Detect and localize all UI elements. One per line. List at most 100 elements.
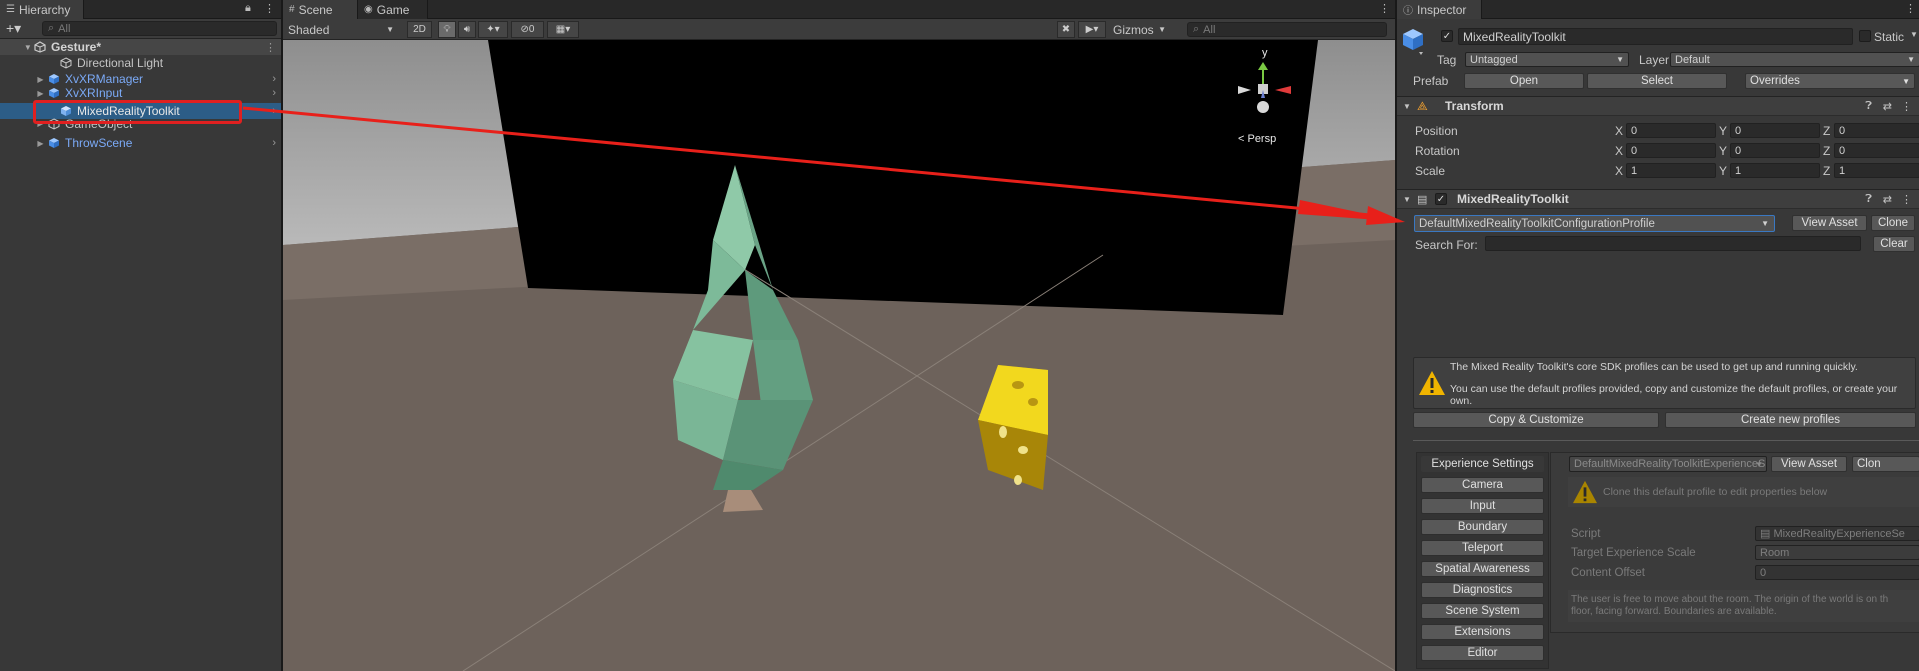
gameobject-icon <box>60 57 72 69</box>
experience-view-asset-button[interactable]: View Asset <box>1771 456 1847 472</box>
nav-label: Scene System <box>1445 605 1520 617</box>
collapse-arrow-icon[interactable]: ▶ <box>0 75 48 84</box>
position-x-field[interactable]: 0 <box>1626 123 1716 138</box>
hierarchy-search-input[interactable]: ⌕ All <box>42 21 277 36</box>
nav-input[interactable]: Input <box>1421 498 1544 514</box>
kebab-menu-icon[interactable]: ⋮ <box>264 2 275 15</box>
clone-hint-box: Clone this default profile to edit prope… <box>1568 477 1919 507</box>
hidden-objects-button[interactable]: ⊘ 0 <box>511 21 544 38</box>
dropdown-arrow-icon: ▼ <box>1761 219 1769 228</box>
static-dropdown-icon[interactable]: ▼ <box>1910 30 1918 39</box>
mrtk-component-header[interactable]: ▼ ▤ ✓ MixedRealityToolkit ❓︎ ⇄ ⋮ <box>1397 189 1919 209</box>
content-offset-field[interactable]: 0 <box>1755 565 1919 580</box>
experience-profile-dropdown[interactable]: DefaultMixedRealityToolkitExperienceS ▼ <box>1569 456 1767 472</box>
effects-dropdown-icon[interactable]: ✦▾ <box>478 21 508 38</box>
scale-description-2: floor, facing forward. Boundaries are av… <box>1571 606 1777 617</box>
component-menu-icon[interactable]: ⋮ <box>1901 100 1912 113</box>
tools-icon[interactable]: ✖ <box>1057 21 1075 38</box>
config-profile-dropdown[interactable]: DefaultMixedRealityToolkitConfigurationP… <box>1414 215 1775 232</box>
static-checkbox[interactable] <box>1859 30 1871 42</box>
nav-label: Camera <box>1462 479 1503 491</box>
shading-mode-dropdown[interactable]: Shaded ▼ <box>283 21 398 38</box>
lighting-toggle-icon[interactable]: 💡︎ <box>438 21 456 38</box>
tag-dropdown[interactable]: Untagged ▼ <box>1465 52 1629 67</box>
hierarchy-item-directional-light[interactable]: Directional Light <box>0 55 281 71</box>
profile-search-input[interactable] <box>1485 236 1861 251</box>
foldout-arrow-icon[interactable]: ▼ <box>1403 102 1417 111</box>
nav-spatial-awareness[interactable]: Spatial Awareness <box>1421 561 1544 577</box>
nav-diagnostics[interactable]: Diagnostics <box>1421 582 1544 598</box>
preset-icon[interactable]: ⇄ <box>1883 100 1892 113</box>
preset-icon[interactable]: ⇄ <box>1883 193 1892 206</box>
position-y-field[interactable]: 0 <box>1730 123 1820 138</box>
prefab-open-button[interactable]: Open <box>1464 73 1584 89</box>
grid-snap-dropdown[interactable]: ▦▾ <box>547 21 579 38</box>
clear-button[interactable]: Clear <box>1873 236 1915 252</box>
experience-clone-button[interactable]: Clon <box>1852 456 1919 472</box>
nav-experience-settings[interactable]: Experience Settings <box>1421 456 1544 472</box>
camera-dropdown-icon[interactable]: ▶▾ <box>1078 21 1106 38</box>
kebab-menu-icon[interactable]: ⋮ <box>1379 2 1390 15</box>
help-icon[interactable]: ❓︎ <box>1865 193 1872 206</box>
nav-camera[interactable]: Camera <box>1421 477 1544 493</box>
object-name-field[interactable]: MixedRealityToolkit <box>1458 28 1853 45</box>
scene-root-row[interactable]: ▼ Gesture* ⋮ <box>0 39 281 55</box>
scene-search-input[interactable]: ⌕ All <box>1187 22 1387 37</box>
rotation-x-field[interactable]: 0 <box>1626 143 1716 158</box>
foldout-arrow-icon[interactable]: ▼ <box>1403 195 1417 204</box>
hidden-count: 0 <box>528 24 535 35</box>
scene-viewport[interactable]: y < Persp <box>283 40 1395 671</box>
collapse-arrow-icon[interactable]: ▶ <box>0 139 48 148</box>
nav-label: Input <box>1469 500 1496 512</box>
hierarchy-item-throwscene[interactable]: ▶ ThrowScene › <box>0 135 281 151</box>
layer-dropdown[interactable]: Default ▼ <box>1670 52 1919 67</box>
nav-teleport[interactable]: Teleport <box>1421 540 1544 556</box>
hierarchy-tab[interactable]: ☰ Hierarchy <box>0 0 84 19</box>
copy-customize-button[interactable]: Copy & Customize <box>1413 412 1659 428</box>
collapse-arrow-icon[interactable]: ▶ <box>0 89 48 98</box>
create-profiles-button[interactable]: Create new profiles <box>1665 412 1916 428</box>
component-enabled-checkbox[interactable]: ✓ <box>1435 193 1447 205</box>
chevron-right-icon[interactable]: › <box>272 73 276 85</box>
axis-z-label: Z <box>1823 164 1831 178</box>
lock-icon[interactable]: 🔒︎ <box>245 2 251 15</box>
component-menu-icon[interactable]: ⋮ <box>1901 193 1912 206</box>
chevron-right-icon[interactable]: › <box>272 137 276 149</box>
help-icon[interactable]: ❓︎ <box>1865 100 1872 113</box>
active-checkbox[interactable]: ✓ <box>1441 30 1453 42</box>
audio-toggle-icon[interactable]: 🔊︎ <box>458 21 476 38</box>
persp-label[interactable]: < Persp <box>1238 133 1276 145</box>
prefab-overrides-dropdown[interactable]: Overrides ▼ <box>1745 73 1915 89</box>
chevron-right-icon[interactable]: › <box>272 87 276 99</box>
scene-menu-icon[interactable]: ⋮ <box>265 41 276 54</box>
tab-scene[interactable]: # Scene <box>283 0 358 19</box>
scene-name: Gesture* <box>51 40 102 54</box>
nav-scene-system[interactable]: Scene System <box>1421 603 1544 619</box>
transform-header[interactable]: ▼ ⟁ Transform ❓︎ ⇄ ⋮ <box>1397 96 1919 116</box>
view-asset-button[interactable]: View Asset <box>1792 215 1867 231</box>
rotation-y-field[interactable]: 0 <box>1730 143 1820 158</box>
clone-button[interactable]: Clone <box>1871 215 1915 231</box>
nav-editor[interactable]: Editor <box>1421 645 1544 661</box>
scale-y-field[interactable]: 1 <box>1730 163 1820 178</box>
tab-game[interactable]: ◉ Game <box>358 0 428 19</box>
kebab-menu-icon[interactable]: ⋮ <box>1905 2 1916 15</box>
toggle-2d-button[interactable]: 2D <box>407 21 432 38</box>
prefab-select-button[interactable]: Select <box>1587 73 1727 89</box>
nav-boundary[interactable]: Boundary <box>1421 519 1544 535</box>
inspector-tab[interactable]: ⓘ Inspector <box>1397 0 1482 19</box>
scene-render: y < Persp <box>283 40 1395 671</box>
gizmos-dropdown[interactable]: Gizmos ▼ <box>1108 21 1168 38</box>
hierarchy-item-xvxrinput[interactable]: ▶ XvXRInput › <box>0 87 281 99</box>
position-z-field[interactable]: 0 <box>1834 123 1919 138</box>
nav-extensions[interactable]: Extensions <box>1421 624 1544 640</box>
tab-scene-label: Scene <box>298 2 333 17</box>
hierarchy-item-xvxrmanager[interactable]: ▶ XvXRManager › <box>0 71 281 87</box>
target-scale-dropdown[interactable]: Room <box>1755 545 1919 560</box>
add-button[interactable]: +▾ <box>6 20 21 37</box>
expand-arrow-icon[interactable]: ▼ <box>0 43 34 52</box>
experience-profile-value: DefaultMixedRealityToolkitExperienceS <box>1574 458 1766 470</box>
scale-x-field[interactable]: 1 <box>1626 163 1716 178</box>
scale-z-field[interactable]: 1 <box>1834 163 1919 178</box>
rotation-z-field[interactable]: 0 <box>1834 143 1919 158</box>
